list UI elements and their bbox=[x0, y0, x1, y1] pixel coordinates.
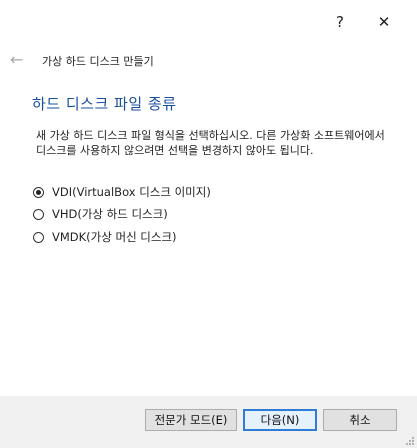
close-button[interactable]: ✕ bbox=[374, 12, 394, 32]
wizard-header: ← 가상 하드 디스크 만들기 bbox=[0, 46, 417, 76]
radio-label: VMDK(가상 머신 디스크) bbox=[52, 230, 177, 244]
radio-label: VHD(가상 하드 디스크) bbox=[52, 207, 168, 221]
back-arrow-icon[interactable]: ← bbox=[10, 50, 23, 70]
button-bar: 전문가 모드(E) 다음(N) 취소 bbox=[0, 396, 417, 448]
page-description: 새 가상 하드 디스크 파일 형식을 선택하십시오. 다른 가상화 소프트웨어에… bbox=[36, 129, 385, 157]
radio-button[interactable] bbox=[33, 186, 44, 198]
next-button[interactable]: 다음(N) bbox=[243, 409, 317, 431]
create-virtual-hard-disk-dialog: ? ✕ ← 가상 하드 디스크 만들기 하드 디스크 파일 종류 새 가상 하드… bbox=[0, 0, 417, 448]
radio-option-vmdk[interactable]: VMDK(가상 머신 디스크) bbox=[33, 228, 177, 246]
radio-option-vdi[interactable]: VDI(VirtualBox 디스크 이미지) bbox=[33, 183, 211, 201]
radio-label: VDI(VirtualBox 디스크 이미지) bbox=[52, 185, 211, 199]
radio-button[interactable] bbox=[33, 208, 44, 220]
titlebar: ? ✕ bbox=[0, 0, 417, 44]
wizard-title: 가상 하드 디스크 만들기 bbox=[42, 55, 154, 68]
page-title: 하드 디스크 파일 종류 bbox=[32, 95, 177, 113]
help-button[interactable]: ? bbox=[330, 12, 350, 32]
radio-button[interactable] bbox=[33, 231, 44, 243]
expert-mode-button[interactable]: 전문가 모드(E) bbox=[145, 409, 237, 431]
cancel-button[interactable]: 취소 bbox=[323, 409, 397, 431]
resize-grip-icon[interactable] bbox=[406, 437, 414, 445]
radio-option-vhd[interactable]: VHD(가상 하드 디스크) bbox=[33, 205, 168, 223]
